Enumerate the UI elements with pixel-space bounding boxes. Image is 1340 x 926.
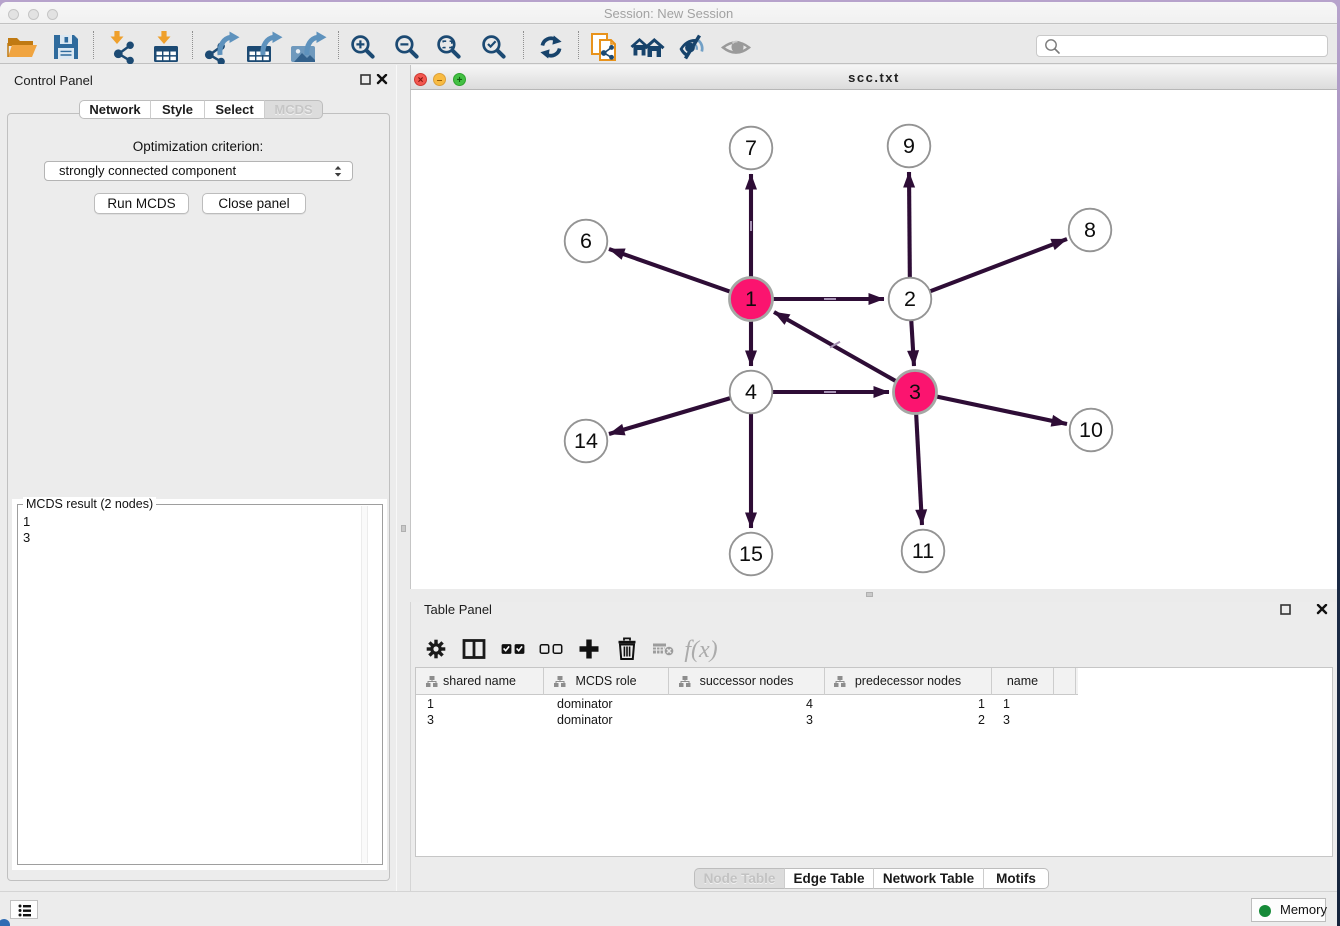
svg-text:10: 10 [1079,418,1103,442]
svg-text:1: 1 [745,287,757,311]
svg-text:8: 8 [1084,218,1096,242]
svg-text:15: 15 [739,542,763,566]
svg-text:f(x): f(x) [684,637,717,663]
svg-text:2: 2 [904,287,916,311]
svg-text:14: 14 [574,429,598,453]
svg-text:4: 4 [745,380,757,404]
svg-text:3: 3 [909,380,921,404]
svg-text:6: 6 [580,229,592,253]
svg-text:9: 9 [903,134,915,158]
svg-text:7: 7 [745,136,757,160]
svg-text:11: 11 [912,539,934,563]
